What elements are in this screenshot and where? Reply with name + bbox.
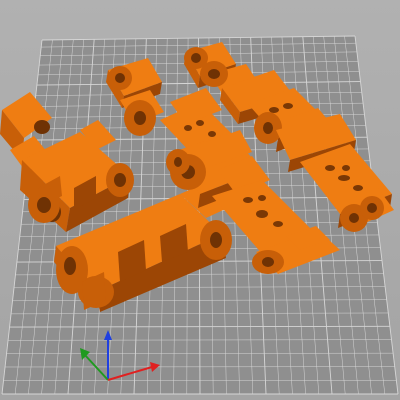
3d-viewport[interactable] [0,0,400,400]
scene-canvas[interactable] [0,0,400,400]
